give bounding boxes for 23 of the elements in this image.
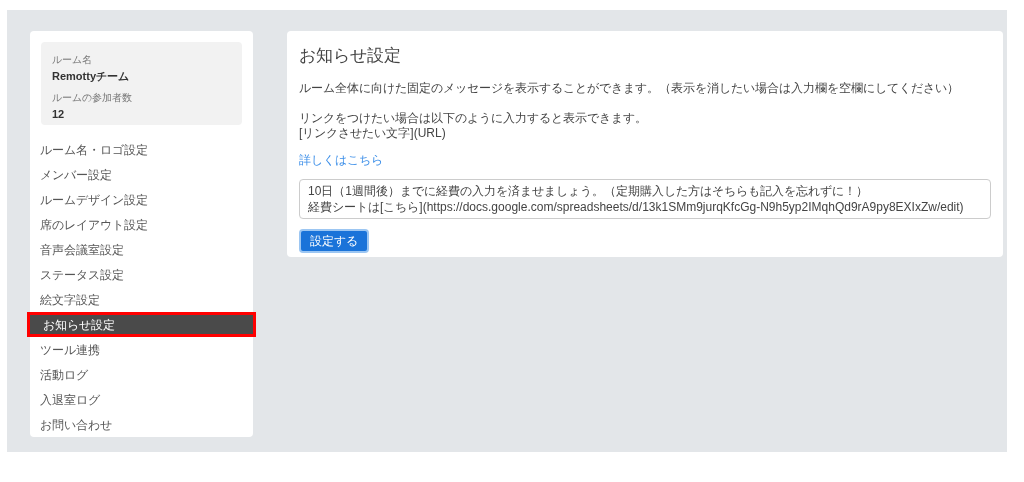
sidebar-item[interactable]: 活動ログ xyxy=(30,362,253,387)
sidebar-item[interactable]: ルームデザイン設定 xyxy=(30,187,253,212)
sidebar-item[interactable]: ステータス設定 xyxy=(30,262,253,287)
submit-button[interactable]: 設定する xyxy=(299,228,369,253)
details-link[interactable]: 詳しくはこちら xyxy=(299,150,383,169)
room-name: Remottyチーム xyxy=(52,69,130,84)
sidebar-item[interactable]: ルーム名・ロゴ設定 xyxy=(30,137,253,162)
help-text: [リンクさせたい文字](URL) xyxy=(299,125,447,141)
sidebar-item[interactable]: ツール連携 xyxy=(30,337,253,362)
sidebar-item[interactable]: 入退室ログ xyxy=(30,387,253,412)
sidebar-item[interactable]: お問い合わせ xyxy=(30,412,253,437)
sidebar-item[interactable]: 音声会議室設定 xyxy=(30,237,253,262)
help-text: リンクをつけたい場合は以下のように入力すると表示できます。 xyxy=(299,110,648,126)
members-count: 12 xyxy=(52,106,66,122)
sidebar-item[interactable]: 席のレイアウト設定 xyxy=(30,212,253,237)
sidebar-item[interactable]: メンバー設定 xyxy=(30,162,253,187)
room-name-label: ルーム名 xyxy=(52,53,93,67)
sidebar-item[interactable]: 絵文字設定 xyxy=(30,287,253,312)
description-text: ルーム全体に向けた固定のメッセージを表示することができます。（表示を消したい場合は入力欄を空欄にしてください） xyxy=(299,79,960,97)
message-field[interactable]: 10日（1週間後）までに経費の入力を済ませましょう。（定期購入した方はそちらも記入を忘れずに！） 経費シートは[こちら](https://docs.google.com/spreadsheets/d/13k1SMm9jurqKfcGg-N9h5yp2IMqhQd9rA9py8EXIxZw/edit) xyxy=(299,178,991,219)
sidebar-item[interactable]: お知らせ設定 xyxy=(27,312,256,337)
page-title: お知らせ設定 xyxy=(299,45,402,67)
members-label: ルームの参加者数 xyxy=(52,90,133,105)
